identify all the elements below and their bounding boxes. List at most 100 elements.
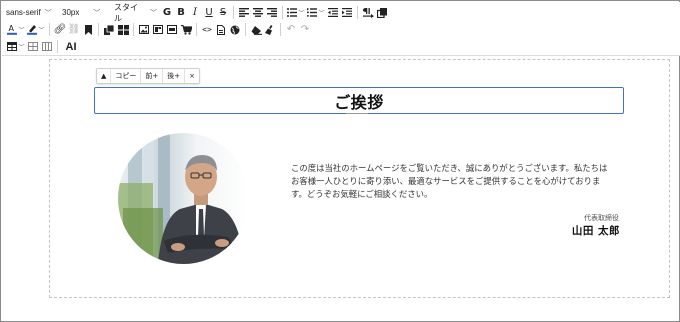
italic-icon: I [193,7,197,18]
move-up-button[interactable]: ▲ [97,69,112,83]
chevron-down-icon: ﹀ [93,9,101,17]
toolbar-divider [196,23,197,36]
toolbar-divider [280,23,281,36]
media-icon [167,25,177,34]
chevron-down-icon: ﹀ [318,10,325,17]
table-layout-button[interactable] [27,40,39,54]
copy-format-button[interactable] [376,6,388,20]
insert-file-button[interactable] [215,23,227,37]
bullet-list-icon [287,8,298,17]
chevron-down-icon: ﹀ [38,27,45,34]
outdent-button[interactable] [327,6,339,20]
greeting-message[interactable]: この度は当社のホームページをご覧いただき、誠にありがとうございます。私たちはお客… [291,162,613,201]
redo-icon: ↷ [300,24,310,35]
editor-toolbar: sans-serif ﹀ 30px ﹀ スタイル ﹀ G B I U S ﹀ ﹀… [2,2,680,56]
google-fonts-button[interactable]: G [161,6,173,20]
bold-icon: B [177,7,185,18]
strikethrough-icon: S [219,7,227,18]
italic-button[interactable]: I [189,6,201,20]
ceo-portrait-photo[interactable] [118,133,249,264]
representative-name[interactable]: 山田 太郎 [572,223,620,238]
chevron-down-icon: ﹀ [18,44,25,51]
svg-text:A: A [9,24,15,33]
strikethrough-button[interactable]: S [217,6,229,20]
undo-button[interactable]: ↶ [285,23,297,37]
copy-block-button[interactable]: コピー [111,69,142,83]
chevron-down-icon: ﹀ [18,27,25,34]
redo-button[interactable]: ↷ [299,23,311,37]
move-up-icon: ▲ [101,72,107,80]
insert-image-button[interactable] [138,23,150,37]
text-color-icon: A [7,24,18,35]
chevron-down-icon: ﹀ [150,9,157,17]
toolbar-divider [357,6,358,19]
underline-button[interactable]: U [203,6,215,20]
numbered-list-icon [307,8,318,17]
font-size-value: 30px [62,8,80,17]
toolbar-row-2: A ﹀ ﹀ 🔗︎ ⛓︎ <> ↶ ↷ [2,21,312,38]
unlink-icon: ⛓︎ [67,24,81,35]
delete-block-button[interactable]: × [185,69,199,83]
duplicate-icon [104,24,114,35]
google-icon: G [162,7,172,18]
clear-all-button[interactable] [264,23,276,37]
toolbar-divider [133,23,134,36]
insert-before-label: 前+ [145,72,159,80]
text-direction-button[interactable] [362,6,374,20]
block-floating-toolbar: ▲ コピー 前+ 後+ × [96,68,201,84]
toolbar-row-1: sans-serif ﹀ 30px ﹀ スタイル ﹀ G B I U S ﹀ ﹀ [2,3,389,23]
bookmark-button[interactable] [82,23,94,37]
bullet-list-button[interactable]: ﹀ [287,6,305,20]
align-left-icon [239,8,249,17]
bold-button[interactable]: B [175,6,187,20]
numbered-list-button[interactable]: ﹀ [307,6,325,20]
duplicate-block-button[interactable] [103,23,115,37]
ai-assist-button[interactable]: AI [62,40,80,54]
page-heading[interactable]: ご挨拶 [334,89,384,113]
toolbar-divider [98,23,99,36]
insert-media-button[interactable] [166,23,178,37]
table-columns-button[interactable] [41,40,53,54]
underline-icon: U [205,7,213,18]
font-size-select[interactable]: 30px ﹀ [58,5,110,20]
copy-icon [377,7,387,18]
align-right-button[interactable] [266,6,278,20]
toolbar-divider [282,6,283,19]
insert-table-button[interactable]: ﹀ [7,40,25,54]
toolbar-divider [233,6,234,19]
undo-icon: ↶ [286,24,296,35]
font-family-select[interactable]: sans-serif ﹀ [2,5,58,20]
editor-window: sans-serif ﹀ 30px ﹀ スタイル ﹀ G B I U S ﹀ ﹀… [0,0,680,322]
insert-link-button[interactable]: 🔗︎ [53,23,67,37]
insert-gallery-button[interactable] [152,23,164,37]
align-center-icon [253,8,263,17]
embed-web-button[interactable] [229,23,241,37]
text-color-button[interactable]: A ﹀ [7,23,25,37]
portrait-illustration [118,133,249,264]
insert-before-button[interactable]: 前+ [141,69,164,83]
table-icon [7,42,18,51]
highlighter-icon [27,25,38,35]
broom-icon [264,24,272,35]
align-left-button[interactable] [238,6,250,20]
eraser-icon [251,25,262,35]
block-layout-button[interactable] [117,23,129,37]
ai-button-label: AI [65,40,77,53]
text-cursor [346,113,368,114]
style-select[interactable]: スタイル ﹀ [110,3,160,23]
clear-format-button[interactable] [250,23,262,37]
source-code-button[interactable]: <> [201,23,213,37]
unlink-button[interactable]: ⛓︎ [67,23,81,37]
indent-button[interactable] [341,6,353,20]
align-center-button[interactable] [252,6,264,20]
representative-title[interactable]: 代表取締役 [584,213,619,223]
highlight-color-button[interactable]: ﹀ [27,23,45,37]
link-icon: 🔗︎ [53,24,67,35]
toolbar-divider [245,23,246,36]
insert-cart-button[interactable] [180,23,192,37]
insert-after-button[interactable]: 後+ [163,69,186,83]
outdent-icon [328,8,338,17]
heading-block[interactable]: ご挨拶 [94,87,624,114]
toolbar-divider [57,40,58,53]
copy-block-label: コピー [115,72,137,80]
